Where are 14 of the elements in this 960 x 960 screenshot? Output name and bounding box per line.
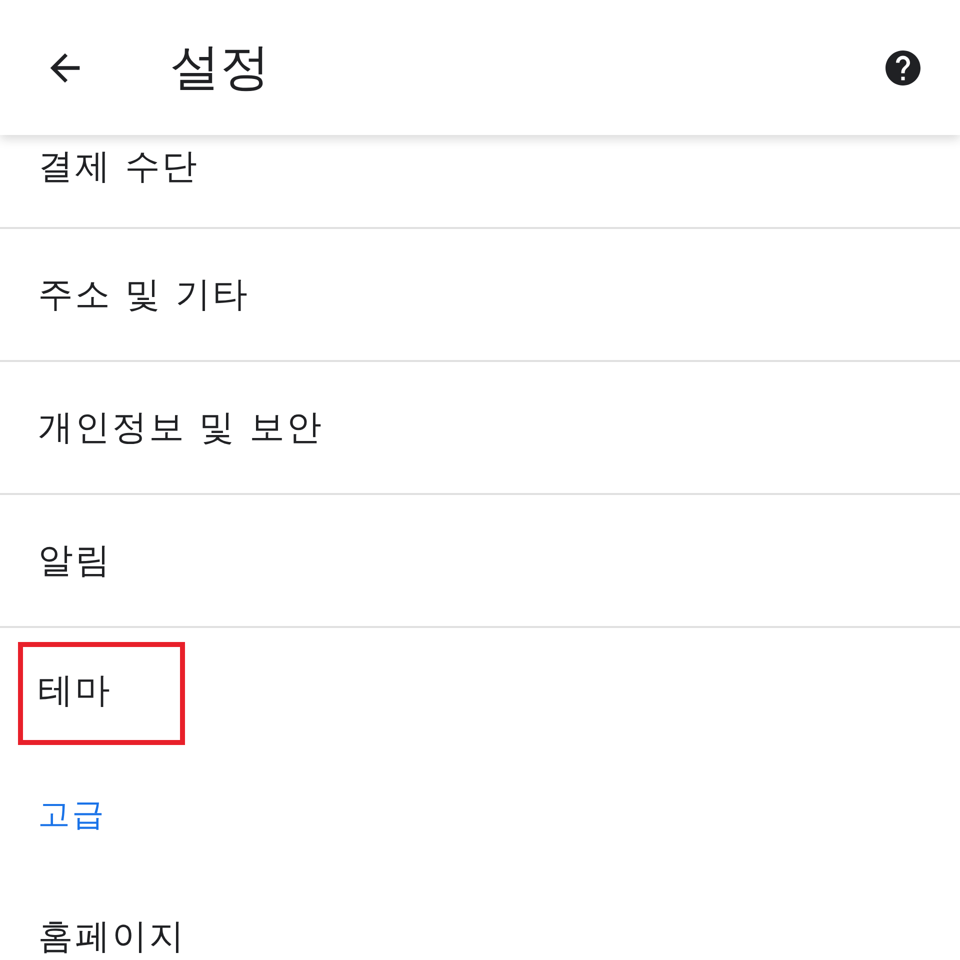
item-label: 개인정보 및 보안 (38, 407, 324, 450)
item-label: 알림 (38, 540, 112, 583)
settings-item[interactable]: 홈페이지 (0, 871, 960, 960)
settings-item[interactable]: 알림 (0, 495, 960, 628)
section-header: 고급 (38, 794, 106, 835)
settings-item[interactable]: 개인정보 및 보안 (0, 362, 960, 495)
item-label: 홈페이지 (38, 916, 186, 959)
settings-item[interactable]: 주소 및 기타 (0, 229, 960, 362)
item-label: 주소 및 기타 (38, 274, 250, 317)
settings-item[interactable]: 결제 수단 (0, 135, 960, 229)
settings-item[interactable]: 테마 (0, 628, 960, 761)
page-title: 설정 (170, 37, 271, 98)
item-label: 결제 수단 (38, 146, 200, 188)
highlighted-label: 테마 (18, 642, 185, 745)
